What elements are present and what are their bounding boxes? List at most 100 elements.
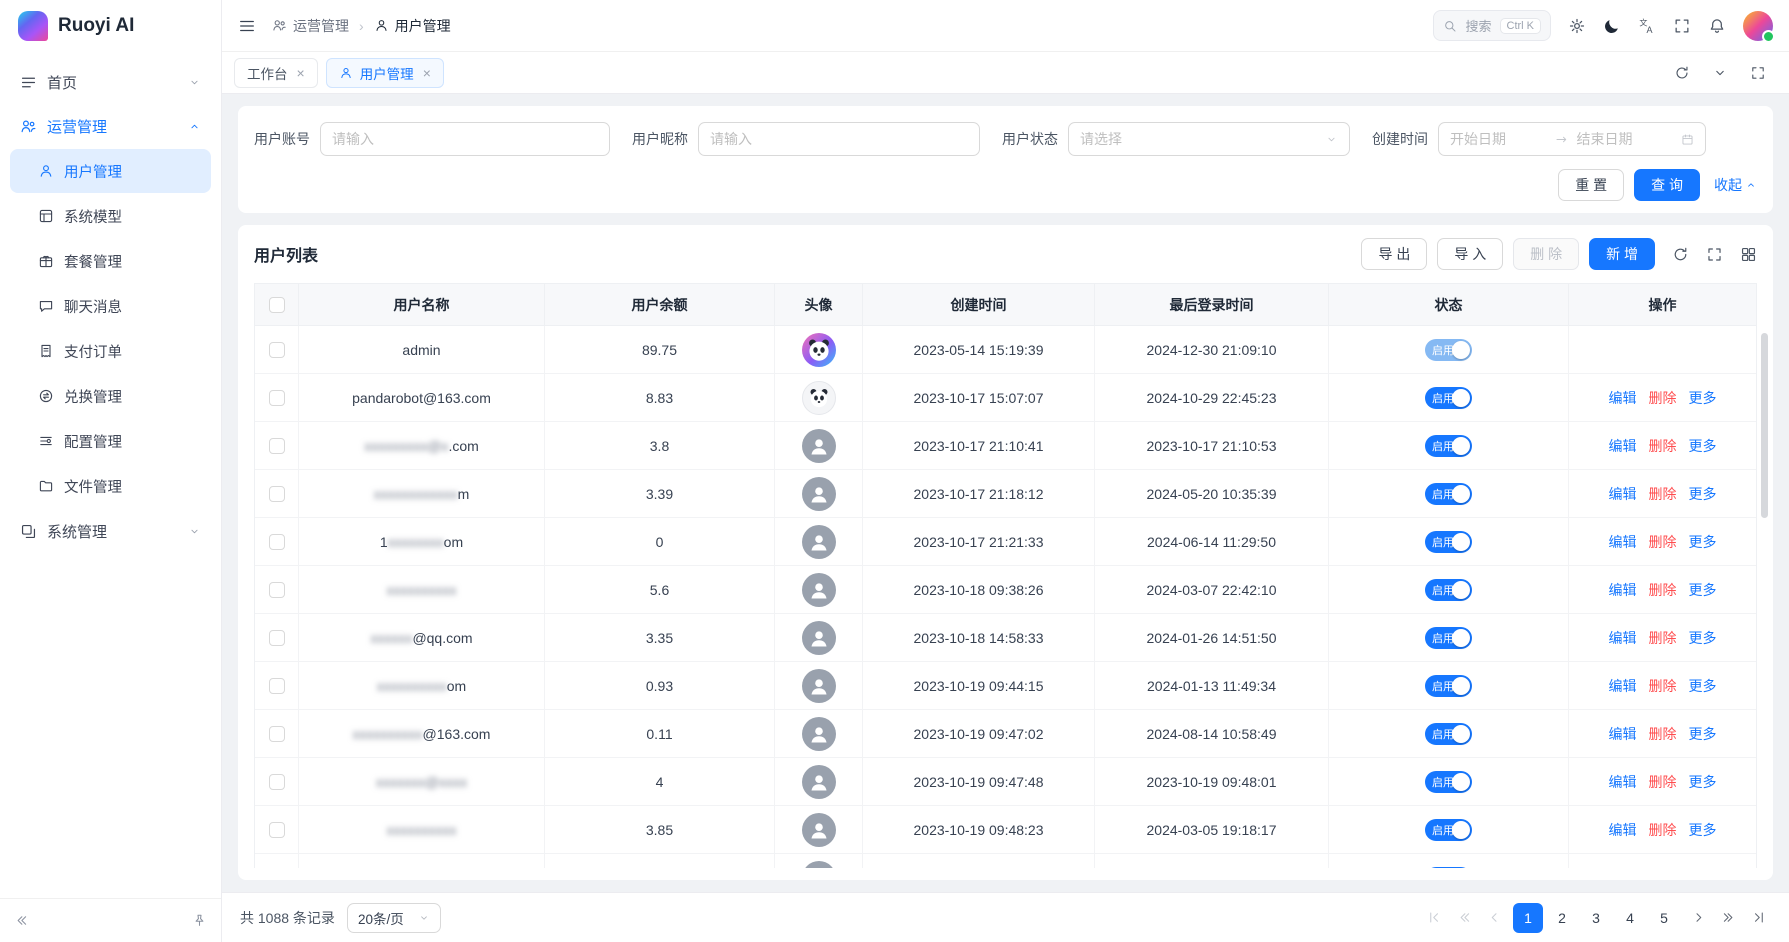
- table-fullscreen-icon[interactable]: [1706, 246, 1723, 263]
- status-toggle[interactable]: 启用: [1425, 627, 1472, 649]
- nickname-input[interactable]: [698, 122, 980, 156]
- row-checkbox[interactable]: [269, 630, 285, 646]
- date-range-picker[interactable]: 开始日期 结束日期: [1438, 122, 1706, 156]
- language-icon[interactable]: 文A: [1638, 17, 1656, 35]
- first-page-button[interactable]: [1421, 905, 1447, 931]
- more-link[interactable]: 更多: [1689, 388, 1717, 408]
- edit-link[interactable]: 编辑: [1609, 532, 1637, 552]
- sidebar-item-file-management[interactable]: 文件管理: [10, 464, 211, 508]
- sidebar-item-system-model[interactable]: 系统模型: [10, 194, 211, 238]
- delete-link[interactable]: 删除: [1649, 436, 1677, 456]
- row-checkbox[interactable]: [269, 390, 285, 406]
- edit-link[interactable]: 编辑: [1609, 772, 1637, 792]
- more-link[interactable]: 更多: [1689, 820, 1717, 840]
- row-checkbox[interactable]: [269, 774, 285, 790]
- page-button-2[interactable]: 2: [1547, 903, 1577, 933]
- import-button[interactable]: 导 入: [1437, 238, 1503, 270]
- delete-button[interactable]: 删 除: [1513, 238, 1579, 270]
- row-checkbox[interactable]: [269, 822, 285, 838]
- more-link[interactable]: 更多: [1689, 676, 1717, 696]
- page-size-select[interactable]: 20条/页: [347, 903, 441, 933]
- page-button-5[interactable]: 5: [1649, 903, 1679, 933]
- sidebar-section-operations[interactable]: 运营管理: [10, 104, 211, 148]
- more-link[interactable]: 更多: [1689, 532, 1717, 552]
- row-checkbox[interactable]: [269, 726, 285, 742]
- close-tab-icon[interactable]: ×: [297, 66, 305, 80]
- search-button[interactable]: 查 询: [1634, 169, 1700, 201]
- more-link[interactable]: 更多: [1689, 484, 1717, 504]
- edit-link[interactable]: 编辑: [1609, 724, 1637, 744]
- status-toggle[interactable]: 启用: [1425, 435, 1472, 457]
- edit-link[interactable]: 编辑: [1609, 628, 1637, 648]
- more-link[interactable]: 更多: [1689, 868, 1717, 869]
- global-search[interactable]: 搜索 Ctrl K: [1433, 10, 1551, 41]
- prev-page-button[interactable]: [1481, 905, 1507, 931]
- delete-link[interactable]: 删除: [1649, 484, 1677, 504]
- row-checkbox[interactable]: [269, 438, 285, 454]
- account-input[interactable]: [320, 122, 610, 156]
- more-link[interactable]: 更多: [1689, 628, 1717, 648]
- status-toggle[interactable]: 启用: [1425, 723, 1472, 745]
- sidebar-item-user-management[interactable]: 用户管理: [10, 149, 211, 193]
- select-all-checkbox[interactable]: [269, 297, 285, 313]
- status-toggle[interactable]: 启用: [1425, 339, 1472, 361]
- status-toggle[interactable]: 启用: [1425, 531, 1472, 553]
- fullscreen-icon[interactable]: [1673, 17, 1691, 35]
- row-checkbox[interactable]: [269, 486, 285, 502]
- delete-link[interactable]: 删除: [1649, 628, 1677, 648]
- sidebar-item-package-management[interactable]: 套餐管理: [10, 239, 211, 283]
- status-toggle[interactable]: 启用: [1425, 579, 1472, 601]
- status-toggle[interactable]: 启用: [1425, 771, 1472, 793]
- more-link[interactable]: 更多: [1689, 580, 1717, 600]
- more-link[interactable]: 更多: [1689, 772, 1717, 792]
- tab-workbench[interactable]: 工作台×: [234, 58, 318, 88]
- delete-link[interactable]: 删除: [1649, 532, 1677, 552]
- edit-link[interactable]: 编辑: [1609, 820, 1637, 840]
- status-toggle[interactable]: 启用: [1425, 675, 1472, 697]
- next-page-button[interactable]: [1685, 905, 1711, 931]
- edit-link[interactable]: 编辑: [1609, 484, 1637, 504]
- edit-link[interactable]: 编辑: [1609, 580, 1637, 600]
- refresh-page-icon[interactable]: [1674, 65, 1690, 81]
- status-toggle[interactable]: 启用: [1425, 483, 1472, 505]
- sidebar-section-home[interactable]: 首页: [10, 60, 211, 104]
- delete-link[interactable]: 删除: [1649, 868, 1677, 869]
- close-tab-icon[interactable]: ×: [423, 66, 431, 80]
- status-toggle[interactable]: 启用: [1425, 819, 1472, 841]
- row-checkbox[interactable]: [269, 342, 285, 358]
- prev-pages-button[interactable]: [1451, 905, 1477, 931]
- row-checkbox[interactable]: [269, 534, 285, 550]
- table-scrollbar[interactable]: [1761, 333, 1768, 518]
- delete-link[interactable]: 删除: [1649, 388, 1677, 408]
- last-page-button[interactable]: [1745, 905, 1771, 931]
- tab-options-icon[interactable]: [1712, 65, 1728, 81]
- delete-link[interactable]: 删除: [1649, 580, 1677, 600]
- notifications-icon[interactable]: [1708, 17, 1726, 35]
- delete-link[interactable]: 删除: [1649, 820, 1677, 840]
- theme-toggle-icon[interactable]: [1603, 17, 1621, 35]
- user-avatar[interactable]: [1743, 11, 1773, 41]
- collapse-sidebar-icon[interactable]: [14, 913, 29, 928]
- status-select[interactable]: 请选择: [1068, 122, 1350, 156]
- tab-user-management[interactable]: 用户管理×: [326, 58, 444, 88]
- sidebar-section-system[interactable]: 系统管理: [10, 509, 211, 553]
- maximize-content-icon[interactable]: [1750, 65, 1766, 81]
- menu-toggle-icon[interactable]: [238, 17, 256, 35]
- refresh-table-icon[interactable]: [1672, 246, 1689, 263]
- more-link[interactable]: 更多: [1689, 436, 1717, 456]
- edit-link[interactable]: 编辑: [1609, 868, 1637, 869]
- page-button-3[interactable]: 3: [1581, 903, 1611, 933]
- sidebar-item-exchange-management[interactable]: 兑换管理: [10, 374, 211, 418]
- sidebar-item-chat-messages[interactable]: 聊天消息: [10, 284, 211, 328]
- page-button-4[interactable]: 4: [1615, 903, 1645, 933]
- more-link[interactable]: 更多: [1689, 724, 1717, 744]
- next-pages-button[interactable]: [1715, 905, 1741, 931]
- edit-link[interactable]: 编辑: [1609, 676, 1637, 696]
- add-button[interactable]: 新 增: [1589, 238, 1655, 270]
- row-checkbox[interactable]: [269, 582, 285, 598]
- edit-link[interactable]: 编辑: [1609, 388, 1637, 408]
- delete-link[interactable]: 删除: [1649, 772, 1677, 792]
- row-checkbox[interactable]: [269, 678, 285, 694]
- breadcrumb-user-management[interactable]: 用户管理: [374, 16, 451, 36]
- status-toggle[interactable]: 启用: [1425, 387, 1472, 409]
